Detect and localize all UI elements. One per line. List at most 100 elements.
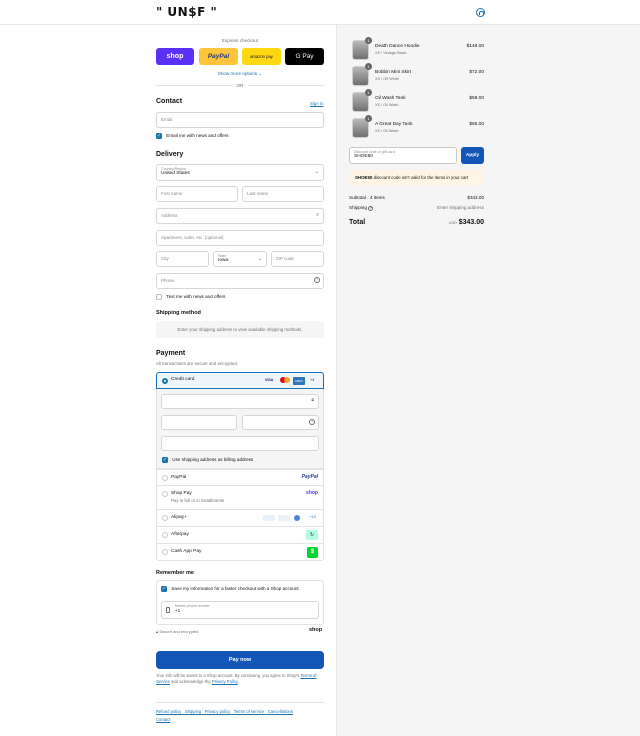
footer-link-shipping[interactable]: Shipping: [185, 709, 201, 714]
product-name: Bobbin Mini Skirt: [375, 70, 411, 75]
radio-selected[interactable]: [162, 378, 168, 384]
credit-card-label: Credit card: [171, 377, 195, 382]
google-pay-button[interactable]: G Pay: [285, 48, 324, 65]
city-field[interactable]: City: [156, 251, 209, 267]
billing-checkbox-row[interactable]: ✓ Use shipping address as billing addres…: [162, 457, 253, 463]
footer-link-cancellations[interactable]: Cancellations: [268, 709, 293, 714]
cash-app-icon: $: [307, 547, 318, 558]
alipay-label: Alipay+: [171, 515, 187, 520]
lock-icon: 🔒︎: [156, 629, 159, 634]
paypal-button[interactable]: PayPal: [199, 48, 238, 65]
footer-link-privacy[interactable]: Privacy policy: [205, 709, 231, 714]
card-number-field[interactable]: 🔒︎: [161, 394, 319, 409]
phone-placeholder: Phone: [161, 278, 175, 283]
quantity-badge: 1: [365, 63, 372, 70]
show-more-label: Show more options: [217, 71, 258, 76]
pay-now-button[interactable]: Pay now: [156, 651, 324, 669]
address-placeholder: Address: [161, 213, 178, 218]
state-value: Iowa: [218, 258, 229, 263]
checkbox-unchecked[interactable]: [156, 294, 162, 300]
footer-link-contact[interactable]: Contact: [156, 717, 170, 722]
mobile-phone-field[interactable]: Mobile phone number +1: [161, 601, 319, 619]
shop-logo: shop: [309, 627, 323, 633]
credit-card-option[interactable]: Credit card VISA AMEX +4: [156, 372, 324, 389]
quantity-badge: 1: [365, 89, 372, 96]
news-checkbox-row[interactable]: ✓ Email me with news and offers: [156, 133, 229, 139]
paypal-option[interactable]: PayPal PayPal: [156, 469, 324, 486]
discount-code-field[interactable]: Discount code or gift card SHOE50: [349, 147, 457, 164]
remember-me-heading: Remember me: [156, 570, 194, 576]
legal-text: Your info will be saved to a Shop accoun…: [156, 673, 324, 685]
mastercard-icon: [280, 377, 290, 384]
apartment-field[interactable]: Apartment, suite, etc. (optional): [156, 230, 324, 246]
radio-unselected[interactable]: [162, 549, 168, 555]
show-more-options-link[interactable]: Show more options ⌄: [156, 71, 324, 77]
quantity-badge: 1: [365, 115, 372, 122]
security-code-field[interactable]: ?: [242, 415, 319, 430]
country-select[interactable]: Country/Region United States ⌄: [156, 164, 324, 181]
legal-text-1: Your info will be saved to a Shop accoun…: [156, 673, 300, 678]
discount-error-text: discount code isn't valid for the items …: [373, 175, 469, 180]
sign-in-link[interactable]: Sign in: [310, 101, 323, 106]
radio-unselected[interactable]: [162, 532, 168, 538]
or-divider-label: OR: [232, 83, 248, 88]
apply-button[interactable]: Apply: [461, 147, 484, 164]
name-on-card-field[interactable]: [161, 436, 319, 451]
footer-link-terms[interactable]: Terms of service: [234, 709, 264, 714]
chevron-down-icon: ⌄: [258, 71, 263, 76]
gcash-icon: [294, 515, 300, 521]
header: " UN$F ": [0, 0, 640, 25]
text-checkbox-row[interactable]: Text me with news and offers: [156, 294, 225, 300]
footer-link-refund[interactable]: Refund policy: [156, 709, 181, 714]
city-placeholder: City: [161, 256, 169, 261]
phone-field[interactable]: Phone ?: [156, 273, 324, 289]
address-field[interactable]: Address ⌕: [156, 208, 324, 224]
cash-app-label: Cash App Pay: [171, 549, 202, 554]
amazon-pay-button[interactable]: amazon pay: [242, 48, 281, 65]
help-icon[interactable]: ?: [309, 419, 315, 425]
chevron-down-icon: ⌄: [257, 256, 262, 262]
help-icon[interactable]: ?: [368, 206, 374, 211]
brand-logo[interactable]: " UN$F ": [156, 5, 217, 19]
shop-pay-option[interactable]: Shop Pay Pay in full or in installments …: [156, 486, 324, 510]
checkbox-checked[interactable]: ✓: [162, 457, 168, 463]
shipping-value: Enter shipping address: [437, 205, 484, 210]
zip-field[interactable]: ZIP code: [271, 251, 324, 267]
checkbox-checked[interactable]: ✓: [161, 586, 167, 592]
help-icon[interactable]: ?: [314, 277, 320, 283]
afterpay-option[interactable]: Afterpay ↻: [156, 527, 324, 544]
shipping-method-note: Enter your shipping address to view avai…: [156, 321, 324, 338]
total-label: Total: [349, 219, 366, 226]
alipay-option[interactable]: Alipay+ +10: [156, 510, 324, 527]
lock-icon: 🔒︎: [311, 397, 314, 403]
expiration-field[interactable]: [161, 415, 237, 430]
privacy-link[interactable]: Privacy Policy: [212, 679, 238, 684]
state-select[interactable]: State Iowa ⌄: [213, 251, 267, 267]
search-icon: ⌕: [315, 212, 319, 218]
chevron-down-icon: ⌄: [314, 169, 319, 175]
shop-pay-button[interactable]: shop: [156, 48, 194, 65]
first-name-placeholder: First name: [161, 191, 183, 196]
save-info-checkbox-row[interactable]: ✓ Save my information for a faster check…: [161, 586, 299, 592]
radio-unselected[interactable]: [162, 515, 168, 521]
footer-links: Refund policy Shipping Privacy policy Te…: [156, 708, 324, 724]
first-name-field[interactable]: First name: [156, 186, 238, 202]
apartment-placeholder: Apartment, suite, etc. (optional): [161, 235, 224, 240]
product-price: $148.00: [466, 44, 484, 49]
radio-unselected[interactable]: [162, 491, 168, 497]
checkbox-checked[interactable]: ✓: [156, 133, 162, 139]
subtotal-label: Subtotal · 4 items: [349, 195, 385, 200]
shipping-method-heading: Shipping method: [156, 310, 201, 316]
last-name-field[interactable]: Last name: [242, 186, 324, 202]
discount-value: SHOE50: [354, 154, 373, 159]
shipping-label: Shipping: [349, 205, 367, 210]
zip-placeholder: ZIP code: [276, 256, 294, 261]
radio-unselected[interactable]: [162, 475, 168, 481]
quantity-badge: 1: [365, 37, 372, 44]
product-name: Oil Wash Tank: [375, 96, 406, 101]
cash-app-option[interactable]: Cash App Pay $: [156, 544, 324, 561]
mobile-icon: [166, 607, 170, 613]
email-field[interactable]: Email: [156, 112, 324, 128]
product-name: A Great Day Tank: [375, 122, 413, 127]
cart-bag-icon[interactable]: [476, 8, 485, 17]
